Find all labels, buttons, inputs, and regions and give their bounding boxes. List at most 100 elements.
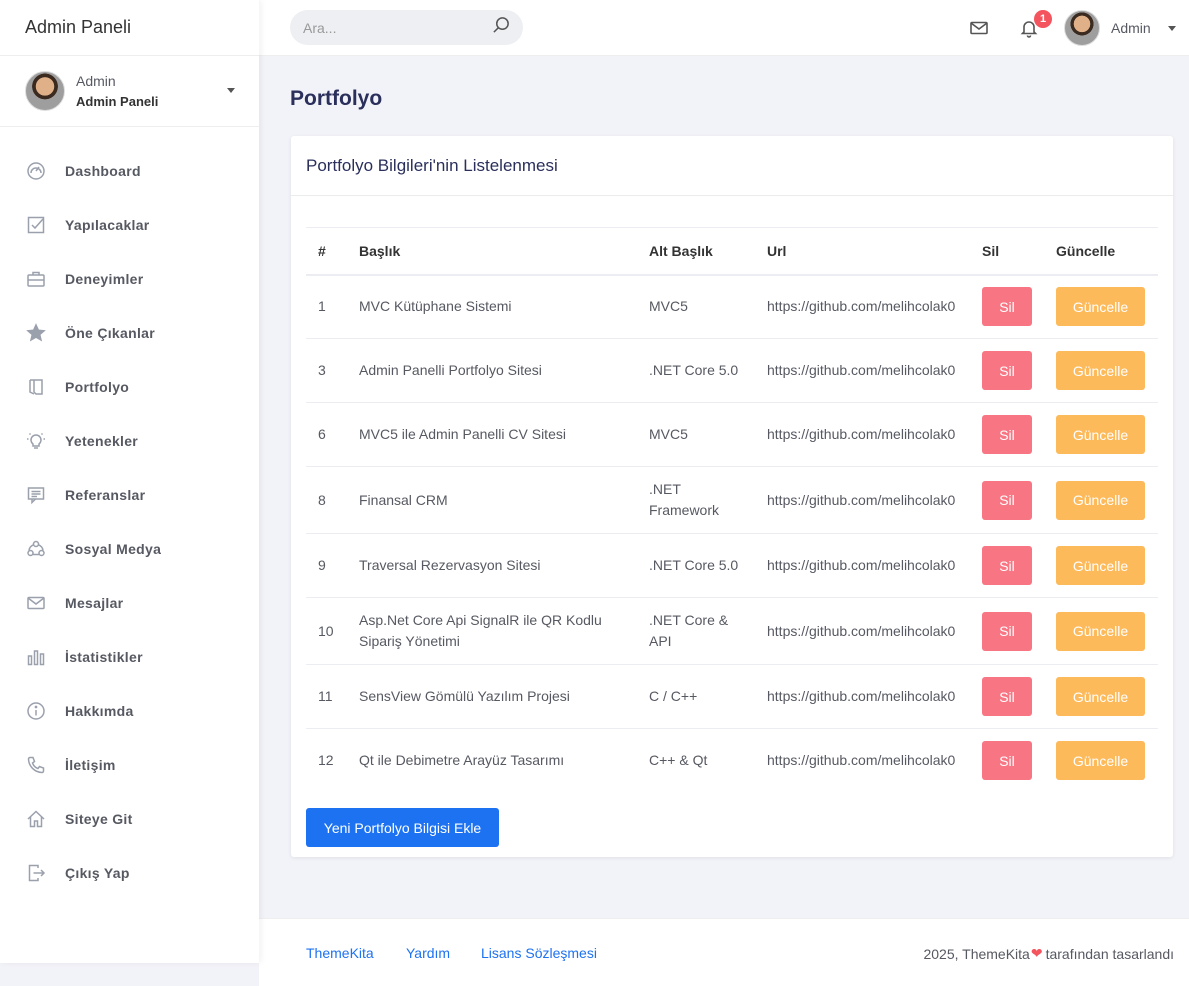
table-row: 1 MVC Kütüphane Sistemi MVC5 https://github… — [306, 274, 1158, 339]
sidebar-item-label: Portfolyo — [65, 379, 130, 395]
update-button[interactable]: Güncelle — [1056, 546, 1145, 585]
sidebar-item-share[interactable]: Sosyal Medya — [0, 522, 259, 576]
sidebar-item-home[interactable]: Siteye Git — [0, 792, 259, 846]
row-update-cell: Güncelle — [1044, 533, 1158, 598]
update-button[interactable]: Güncelle — [1056, 351, 1145, 390]
sidebar-item-label: Yapılacaklar — [65, 217, 150, 233]
column-header: Alt Başlık — [637, 227, 755, 276]
row-subtitle: .NET Core 5.0 — [637, 533, 755, 598]
sidebar-item-logout[interactable]: Çıkış Yap — [0, 846, 259, 900]
header-user-name: Admin — [1111, 20, 1151, 36]
caret-down-icon — [1167, 25, 1176, 31]
sidebar-item-label: Siteye Git — [65, 811, 133, 827]
row-subtitle: MVC5 — [637, 402, 755, 467]
sidebar: Admin Paneli Admin Admin Paneli Dashboar… — [0, 0, 259, 963]
row-subtitle: .NET Core 5.0 — [637, 338, 755, 403]
row-update-cell: Güncelle — [1044, 729, 1158, 793]
sidebar-item-envelope[interactable]: Mesajlar — [0, 576, 259, 630]
avatar — [1064, 10, 1100, 46]
update-button[interactable]: Güncelle — [1056, 415, 1145, 454]
footer-link-themekita[interactable]: ThemeKita — [306, 945, 374, 961]
row-subtitle: MVC5 — [637, 274, 755, 339]
sidebar-item-label: Mesajlar — [65, 595, 124, 611]
column-header: Başlık — [347, 227, 637, 276]
delete-button[interactable]: Sil — [982, 480, 1032, 520]
row-update-cell: Güncelle — [1044, 597, 1158, 665]
portfolio-table: # Başlık Alt Başlık Url Sil Güncelle 1 MVC Küt… — [306, 227, 1158, 793]
delete-button[interactable]: Sil — [982, 677, 1032, 716]
row-delete-cell: Sil — [970, 729, 1044, 793]
heart-icon: ❤ — [1030, 945, 1043, 961]
sidebar-item-info[interactable]: Hakkımda — [0, 684, 259, 738]
row-id: 12 — [318, 752, 334, 769]
caret-down-icon[interactable] — [227, 88, 235, 93]
sidebar-item-label: İstatistikler — [65, 649, 143, 665]
delete-button[interactable]: Sil — [982, 351, 1032, 390]
copyright-prefix: 2025, ThemeKita — [923, 945, 1030, 962]
footer-link-help[interactable]: Yardım — [406, 945, 450, 961]
table-row: 6 MVC5 ile Admin Panelli CV Sitesi MVC5 htt… — [306, 402, 1158, 467]
column-header: Sil — [970, 227, 1044, 276]
sidebar-item-checkbox[interactable]: Yapılacaklar — [0, 198, 259, 252]
sidebar-item-label: Çıkış Yap — [65, 865, 130, 881]
top-header: 1 Admin — [259, 0, 1189, 56]
add-portfolio-button[interactable]: Yeni Portfolyo Bilgisi Ekle — [306, 808, 499, 847]
phone-icon — [25, 754, 47, 776]
row-id: 1 — [306, 274, 347, 339]
logout-icon — [25, 862, 47, 884]
sidebar-item-label: Öne Çıkanlar — [65, 325, 155, 341]
row-id: 6 — [306, 402, 347, 467]
update-button[interactable]: Güncelle — [1056, 741, 1145, 781]
row-id: 8 — [306, 466, 347, 534]
row-url: https://github.com/melihcolak0 — [755, 466, 970, 534]
sidebar-item-chart[interactable]: İstatistikler — [0, 630, 259, 684]
sidebar-item-label: Dashboard — [65, 163, 141, 179]
search-icon[interactable] — [492, 16, 511, 40]
checkbox-icon — [25, 214, 47, 236]
sidebar-item-star[interactable]: Öne Çıkanlar — [0, 306, 259, 360]
sidebar-item-dashboard[interactable]: Dashboard — [0, 144, 259, 198]
sidebar-nav: Dashboard Yapılacaklar Deneyimler Öne Çıkan… — [0, 127, 259, 900]
book-icon — [25, 376, 47, 398]
update-button[interactable]: Güncelle — [1056, 480, 1145, 520]
sidebar-item-comment[interactable]: Referanslar — [0, 468, 259, 522]
row-title: MVC5 ile Admin Panelli CV Sitesi — [347, 402, 637, 467]
row-id: 11 — [306, 664, 347, 729]
sidebar-item-bulb[interactable]: Yetenekler — [0, 414, 259, 468]
header-user-menu[interactable]: Admin — [1064, 10, 1176, 46]
delete-button[interactable]: Sil — [982, 741, 1032, 781]
footer-link-license[interactable]: Lisans Sözleşmesi — [481, 945, 597, 961]
avatar — [25, 71, 65, 111]
row-subtitle: .NET Framework — [637, 466, 755, 534]
update-button[interactable]: Güncelle — [1056, 611, 1145, 651]
sidebar-item-label: Deneyimler — [65, 271, 144, 287]
delete-button[interactable]: Sil — [982, 611, 1032, 651]
sidebar-item-book[interactable]: Portfolyo — [0, 360, 259, 414]
share-icon — [25, 538, 47, 560]
delete-button[interactable]: Sil — [982, 287, 1032, 327]
sidebar-item-phone[interactable]: İletişim — [0, 738, 259, 792]
update-button[interactable]: Güncelle — [1056, 677, 1145, 716]
portfolio-card: Portfolyo Bilgileri'nin Listelenmesi # Ba… — [291, 136, 1173, 857]
sidebar-item-briefcase[interactable]: Deneyimler — [0, 252, 259, 306]
dashboard-icon — [25, 160, 47, 182]
update-button[interactable]: Güncelle — [1056, 287, 1145, 327]
briefcase-icon — [25, 268, 47, 290]
envelope-icon[interactable] — [969, 18, 991, 40]
sidebar-user-box[interactable]: Admin Admin Paneli — [0, 56, 259, 127]
row-url: https://github.com/melihcolak0 — [755, 664, 970, 729]
row-url: https://github.com/melihcolak0 — [767, 752, 956, 769]
table-header-row: # Başlık Alt Başlık Url Sil Güncelle — [306, 227, 1158, 276]
search-input[interactable] — [303, 19, 492, 36]
delete-button[interactable]: Sil — [982, 415, 1032, 454]
row-delete-cell: Sil — [970, 402, 1044, 467]
delete-button[interactable]: Sil — [982, 546, 1032, 585]
row-id: 10 — [306, 597, 347, 665]
row-delete-cell: Sil — [970, 664, 1044, 729]
row-update-cell: Güncelle — [1044, 274, 1158, 339]
row-subtitle: C++ & Qt — [649, 752, 708, 769]
sidebar-user-name: Admin — [76, 72, 116, 89]
chart-icon — [25, 646, 47, 668]
row-id: 3 — [306, 338, 347, 403]
row-update-cell: Güncelle — [1044, 664, 1158, 729]
